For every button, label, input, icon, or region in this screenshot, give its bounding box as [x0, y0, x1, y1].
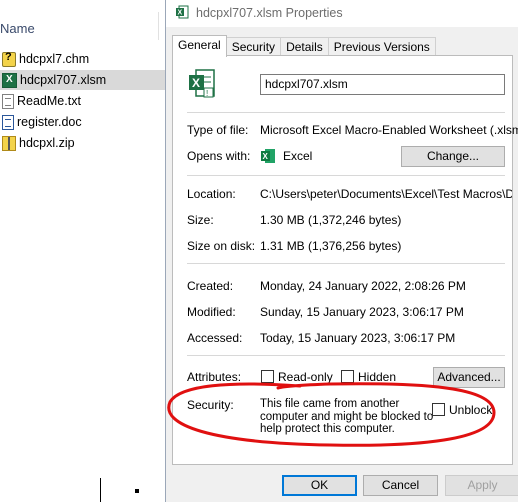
tab-security[interactable]: Security: [225, 37, 282, 56]
excel-file-icon: X: [176, 5, 189, 19]
divider: [187, 175, 505, 176]
file-item-txt[interactable]: ReadMe.txt: [0, 91, 165, 111]
file-item-xlsm[interactable]: hdcpxl707.xlsm: [0, 70, 165, 90]
security-label: Security:: [187, 398, 234, 412]
security-message-line: This file came from another: [260, 398, 400, 410]
word-doc-file-icon: [2, 114, 14, 130]
security-message-line: computer and might be blocked to: [260, 410, 434, 423]
file-name: hdcpxl707.xlsm: [20, 73, 107, 87]
divider: [187, 263, 505, 264]
opens-with-label: Opens with:: [187, 149, 251, 163]
size-on-disk-value: 1.31 MB (1,376,256 bytes): [260, 239, 402, 253]
opens-with-value: Excel: [283, 149, 313, 163]
type-of-file-value: Microsoft Excel Macro-Enabled Worksheet …: [260, 123, 518, 137]
accessed-label: Accessed:: [187, 331, 243, 345]
divider: [187, 112, 505, 113]
column-divider: [158, 12, 159, 40]
size-value: 1.30 MB (1,372,246 bytes): [260, 213, 402, 227]
size-label: Size:: [187, 213, 214, 227]
tab-general[interactable]: General: [172, 35, 227, 57]
svg-text:!: !: [206, 89, 208, 98]
tab-details[interactable]: Details: [280, 37, 329, 56]
filename-field[interactable]: hdcpxl707.xlsm: [260, 74, 505, 95]
change-button[interactable]: Change...: [401, 146, 505, 167]
unblock-label[interactable]: Unblock: [449, 403, 492, 417]
excel-macro-large-icon: X !: [189, 69, 215, 98]
svg-text:X: X: [192, 76, 200, 90]
file-name: hdcpxl.zip: [19, 136, 75, 150]
title-bar[interactable]: X hdcpxl707.xlsm Properties: [166, 0, 518, 27]
hidden-checkbox[interactable]: [341, 370, 354, 383]
created-value: Monday, 24 January 2022, 2:08:26 PM: [260, 279, 466, 293]
type-of-file-label: Type of file:: [187, 123, 249, 137]
location-value: C:\Users\peter\Documents\Excel\Test Macr…: [260, 187, 512, 201]
background-bullet: [135, 489, 139, 493]
size-on-disk-label: Size on disk:: [187, 239, 256, 253]
security-message-line: help protect this computer.: [260, 423, 395, 435]
dialog-title: hdcpxl707.xlsm Properties: [196, 6, 343, 20]
cancel-button[interactable]: Cancel: [363, 475, 438, 496]
unblock-checkbox[interactable]: [432, 403, 445, 416]
file-item-chm[interactable]: hdcpxl7.chm: [0, 49, 165, 69]
location-label: Location:: [187, 187, 236, 201]
read-only-label[interactable]: Read-only: [278, 370, 333, 384]
svg-text:X: X: [178, 10, 183, 17]
tab-strip: General Security Details Previous Versio…: [172, 35, 436, 57]
apply-button[interactable]: Apply: [445, 475, 518, 496]
file-name: ReadMe.txt: [17, 94, 81, 108]
read-only-checkbox[interactable]: [261, 370, 274, 383]
created-label: Created:: [187, 279, 234, 293]
chm-help-file-icon: [2, 51, 16, 67]
divider: [187, 355, 505, 356]
file-name: hdcpxl7.chm: [19, 52, 90, 66]
excel-macro-file-icon: [2, 72, 17, 88]
security-message: This file came from another computer and…: [260, 398, 434, 436]
file-item-doc[interactable]: register.doc: [0, 112, 165, 132]
name-column-header[interactable]: Name: [0, 21, 35, 36]
advanced-button[interactable]: Advanced...: [433, 367, 505, 388]
ok-button[interactable]: OK: [282, 475, 357, 496]
text-file-icon: [2, 93, 14, 109]
hidden-label[interactable]: Hidden: [358, 370, 396, 384]
tab-previous-versions[interactable]: Previous Versions: [327, 37, 436, 56]
general-tab-panel: X ! hdcpxl707.xlsm Type of file: Microso…: [172, 55, 518, 465]
file-explorer-pane: Name hdcpxl7.chm hdcpxl707.xlsm ReadMe.t…: [0, 0, 165, 502]
file-name: register.doc: [17, 115, 82, 129]
background-line: [100, 478, 101, 502]
modified-value: Sunday, 15 January 2023, 3:06:17 PM: [260, 305, 464, 319]
properties-dialog: X hdcpxl707.xlsm Properties General Secu…: [165, 0, 518, 502]
zip-folder-icon: [2, 135, 16, 151]
svg-text:X: X: [263, 152, 269, 161]
file-item-zip[interactable]: hdcpxl.zip: [0, 133, 165, 153]
modified-label: Modified:: [187, 305, 236, 319]
excel-app-icon: X: [261, 149, 275, 163]
accessed-value: Today, 15 January 2023, 3:06:17 PM: [260, 331, 456, 345]
attributes-label: Attributes:: [187, 370, 242, 384]
